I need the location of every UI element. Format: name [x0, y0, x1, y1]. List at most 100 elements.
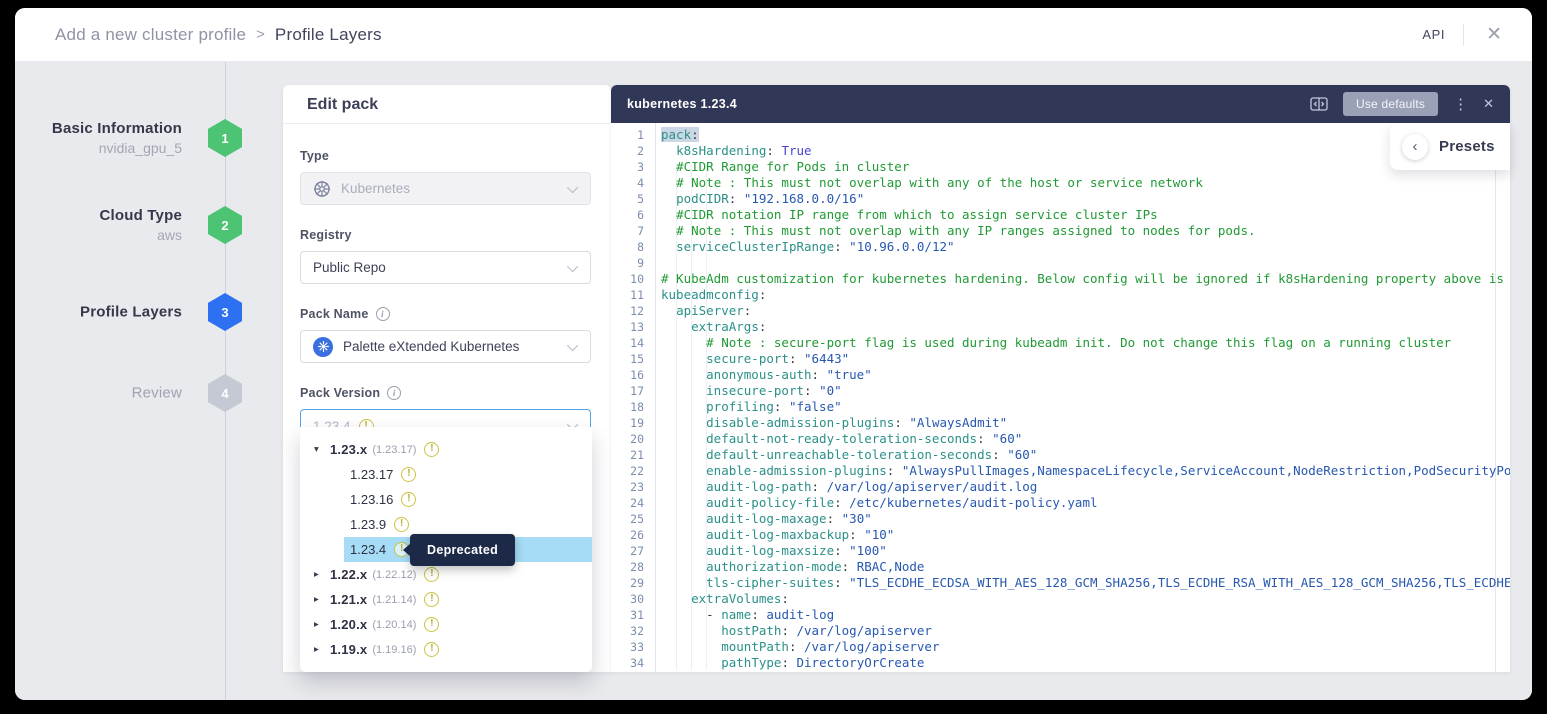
line-content: authorization-mode: RBAC,Node	[655, 559, 924, 575]
line-number: 8	[611, 239, 655, 255]
line-content: - name: audit-log	[655, 607, 834, 623]
code-line: 9	[611, 255, 1510, 271]
breadcrumb-root[interactable]: Add a new cluster profile	[55, 25, 246, 45]
breadcrumb-separator: >	[256, 26, 265, 43]
chevron-down-icon	[567, 260, 578, 271]
line-number: 25	[611, 511, 655, 527]
step-label: Profile Layers	[15, 304, 182, 321]
expand-editor-icon[interactable]	[1310, 97, 1328, 111]
edit-pack-title: Edit pack	[283, 85, 611, 124]
code-line: 31 - name: audit-log	[611, 607, 1510, 623]
code-line: 19 disable-admission-plugins: "AlwaysAdm…	[611, 415, 1510, 431]
line-number: 21	[611, 447, 655, 463]
step-label: Cloud Type	[15, 207, 182, 224]
version-option-1.19.x[interactable]: ▸1.19.x(1.19.16)!	[300, 637, 592, 662]
info-icon: i	[376, 307, 390, 321]
warning-icon: !	[394, 517, 409, 532]
api-link[interactable]: API	[1422, 27, 1445, 42]
step-badge[interactable]: 2	[208, 206, 242, 244]
registry-value: Public Repo	[313, 260, 386, 275]
close-icon[interactable]: ✕	[1482, 23, 1506, 46]
code-line: 22 enable-admission-plugins: "AlwaysPull…	[611, 463, 1510, 479]
line-number: 30	[611, 591, 655, 607]
step-text: Review	[15, 385, 182, 402]
code-line: 15 secure-port: "6443"	[611, 351, 1510, 367]
kubernetes-icon	[313, 180, 331, 198]
warning-icon: !	[424, 592, 439, 607]
line-number: 23	[611, 479, 655, 495]
code-line: 29 tls-cipher-suites: "TLS_ECDHE_ECDSA_W…	[611, 575, 1510, 591]
line-number: 19	[611, 415, 655, 431]
palette-kubernetes-icon	[313, 337, 333, 357]
step-text: Cloud Type aws	[15, 207, 182, 243]
pack-name-value: Palette eXtended Kubernetes	[343, 339, 519, 354]
code-line: 25 audit-log-maxage: "30"	[611, 511, 1510, 527]
pack-version-label: Pack Version	[300, 386, 380, 400]
version-option-1.22.x[interactable]: ▸1.22.x(1.22.12)!	[300, 562, 592, 587]
version-group-label: 1.21.x	[330, 592, 367, 607]
code-line: 1pack:	[611, 127, 1510, 143]
line-content: mountPath: /var/log/apiserver	[655, 639, 939, 655]
line-content	[655, 255, 661, 271]
line-number: 6	[611, 207, 655, 223]
line-number: 33	[611, 639, 655, 655]
line-number: 22	[611, 463, 655, 479]
registry-label: Registry	[300, 228, 352, 242]
editor-close-icon[interactable]: ✕	[1483, 96, 1494, 112]
caret-collapsed-icon[interactable]: ▸	[314, 644, 330, 655]
step-badge[interactable]: 1	[208, 119, 242, 157]
registry-select[interactable]: Public Repo	[300, 251, 591, 284]
version-label: 1.23.16	[350, 492, 393, 507]
line-number: 12	[611, 303, 655, 319]
type-label: Type	[300, 149, 329, 163]
line-number: 24	[611, 495, 655, 511]
line-number: 11	[611, 287, 655, 303]
step-text: Profile Layers	[15, 304, 182, 321]
yaml-editor-panel: kubernetes 1.23.4 Use defaults ⋮ ✕	[611, 85, 1510, 672]
line-content: #CIDR notation IP range from which to as…	[655, 207, 1158, 223]
code-line: 30 extraVolumes:	[611, 591, 1510, 607]
caret-collapsed-icon[interactable]: ▸	[314, 569, 330, 580]
chevron-down-icon	[567, 181, 578, 192]
line-number: 10	[611, 271, 655, 287]
pack-name-select[interactable]: Palette eXtended Kubernetes	[300, 330, 591, 363]
code-line: 27 audit-log-maxsize: "100"	[611, 543, 1510, 559]
step-sublabel: aws	[15, 227, 182, 243]
pack-name-label: Pack Name	[300, 307, 369, 321]
line-number: 29	[611, 575, 655, 591]
registry-field: Registry Public Repo	[300, 228, 591, 284]
step-badge[interactable]: 3	[208, 293, 242, 331]
line-content: kubeadmconfig:	[655, 287, 766, 303]
line-number: 1	[611, 127, 655, 143]
version-option-1.23.17[interactable]: 1.23.17!	[300, 462, 592, 487]
line-number: 27	[611, 543, 655, 559]
caret-expanded-icon[interactable]: ▾	[314, 444, 330, 455]
code-line: 21 default-unreachable-toleration-second…	[611, 447, 1510, 463]
line-number: 32	[611, 623, 655, 639]
version-option-1.23.4[interactable]: 1.23.4!Deprecated	[300, 537, 592, 562]
app-window: Add a new cluster profile > Profile Laye…	[15, 8, 1532, 700]
use-defaults-button[interactable]: Use defaults	[1343, 92, 1438, 116]
caret-collapsed-icon[interactable]: ▸	[314, 594, 330, 605]
version-option-1.23.16[interactable]: 1.23.16!	[300, 487, 592, 512]
line-content: apiServer:	[655, 303, 751, 319]
chevron-left-icon[interactable]: ‹	[1402, 134, 1428, 160]
presets-panel: ‹ Presets	[1390, 123, 1510, 170]
version-latest-label: (1.23.17)	[372, 444, 416, 456]
kebab-menu-icon[interactable]: ⋮	[1453, 97, 1468, 112]
code-line: 7 # Note : This must not overlap with an…	[611, 223, 1510, 239]
line-content: # Note : This must not overlap with any …	[655, 223, 1256, 239]
line-content: tls-cipher-suites: "TLS_ECDHE_ECDSA_WITH…	[655, 575, 1510, 591]
code-line: 3 #CIDR Range for Pods in cluster	[611, 159, 1510, 175]
version-option-1.20.x[interactable]: ▸1.20.x(1.20.14)!	[300, 612, 592, 637]
code-area[interactable]: 1pack:2 k8sHardening: True3 #CIDR Range …	[611, 123, 1510, 672]
body: Basic Informationnvidia_gpu_51Cloud Type…	[15, 62, 1532, 700]
caret-collapsed-icon[interactable]: ▸	[314, 619, 330, 630]
line-content: enable-admission-plugins: "AlwaysPullIma…	[655, 463, 1510, 479]
line-content: #CIDR Range for Pods in cluster	[655, 159, 909, 175]
version-option-1.23.x[interactable]: ▾1.23.x(1.23.17)!	[300, 437, 592, 462]
presets-label: Presets	[1439, 138, 1495, 155]
version-option-1.21.x[interactable]: ▸1.21.x(1.21.14)!	[300, 587, 592, 612]
step-badge[interactable]: 4	[208, 374, 242, 412]
code-line: 4 # Note : This must not overlap with an…	[611, 175, 1510, 191]
